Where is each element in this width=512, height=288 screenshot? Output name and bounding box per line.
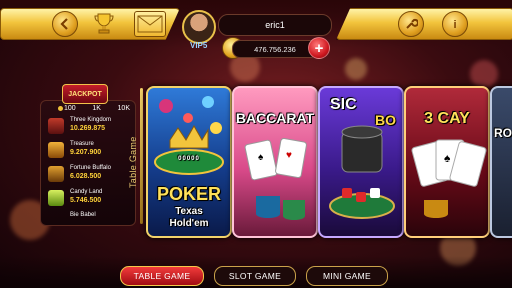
vip-level: VIP5 <box>190 41 208 50</box>
game-card-poker[interactable]: 00000 POKER Texas Hold'em <box>146 86 232 238</box>
game-title: BACCARAT <box>235 110 315 126</box>
svg-text:♠: ♠ <box>258 152 264 163</box>
jackpot-item[interactable]: Three Kingdom 10.269.875 <box>48 116 130 136</box>
game-thumbnail <box>48 190 64 206</box>
game-thumbnail <box>48 166 64 182</box>
game-card-baccarat[interactable]: ♠ ♥ BACCARAT <box>232 86 318 238</box>
game-subtitle: Hold'em <box>169 218 209 229</box>
game-subtitle: Texas <box>175 206 203 217</box>
add-coins-button[interactable]: + <box>308 37 330 59</box>
jackpot-item[interactable]: Bie Babel <box>48 210 130 222</box>
jackpot-game-name: Bie Babel <box>70 212 96 218</box>
jackpot-value: 9.207.900 <box>70 149 102 156</box>
username[interactable]: eric1 <box>218 14 332 36</box>
jackpot-game-name: Treasure <box>70 141 94 147</box>
svg-text:♠: ♠ <box>444 151 451 165</box>
avatar[interactable] <box>182 10 216 44</box>
tab-table-game[interactable]: TABLE GAME <box>120 266 204 286</box>
game-title: 3 CAY <box>424 110 470 127</box>
game-thumbnail <box>48 142 64 158</box>
game-card-sicbo[interactable]: SIC BO <box>318 86 404 238</box>
back-arrow-icon[interactable] <box>52 11 78 37</box>
background-light <box>470 60 498 88</box>
jackpot-game-name: Fortune Buffalo <box>70 165 111 171</box>
jackpot-item[interactable]: Candy Land 5.746.500 <box>48 188 130 208</box>
tab-mini-game[interactable]: MINI GAME <box>306 266 388 286</box>
svg-text:♥: ♥ <box>286 150 292 161</box>
info-icon[interactable]: i <box>442 11 468 37</box>
jackpot-value: 10.269.875 <box>70 125 106 132</box>
game-thumbnail <box>48 118 64 134</box>
section-label: Table Game <box>128 136 138 188</box>
jackpot-game-name: Candy Land <box>70 189 103 195</box>
game-title: BO <box>375 112 396 128</box>
trophy-icon[interactable] <box>92 11 116 35</box>
jackpot-badge: JACKPOT <box>62 84 108 104</box>
tab-slot-game[interactable]: SLOT GAME <box>214 266 296 286</box>
wrench-icon[interactable] <box>398 11 424 37</box>
denomination-option[interactable]: 100 <box>58 105 76 112</box>
game-card-partial[interactable]: RO <box>490 86 512 238</box>
denomination-option[interactable]: 1K <box>92 105 101 112</box>
jackpot-item[interactable]: Treasure 9.207.900 <box>48 140 130 160</box>
game-card-3cay[interactable]: ♠ 3 CAY <box>404 86 490 238</box>
right-toolbar <box>336 8 512 40</box>
denomination-option[interactable]: 10K <box>118 105 130 112</box>
jackpot-item[interactable]: Fortune Buffalo 6.028.500 <box>48 164 130 184</box>
jackpot-game-name: Three Kingdom <box>70 117 112 123</box>
coin-balance: 476.756.236 <box>232 40 318 58</box>
background-light <box>345 58 367 80</box>
table-text: 00000 <box>178 156 200 162</box>
game-title: RO <box>494 126 512 140</box>
jackpot-value: 6.028.500 <box>70 173 102 180</box>
denomination-selector: 100 1K 10K <box>58 105 130 112</box>
svg-text:i: i <box>453 19 456 31</box>
game-title: POKER <box>156 184 221 204</box>
mail-icon[interactable] <box>134 11 166 37</box>
jackpot-value: 5.746.500 <box>70 197 102 204</box>
